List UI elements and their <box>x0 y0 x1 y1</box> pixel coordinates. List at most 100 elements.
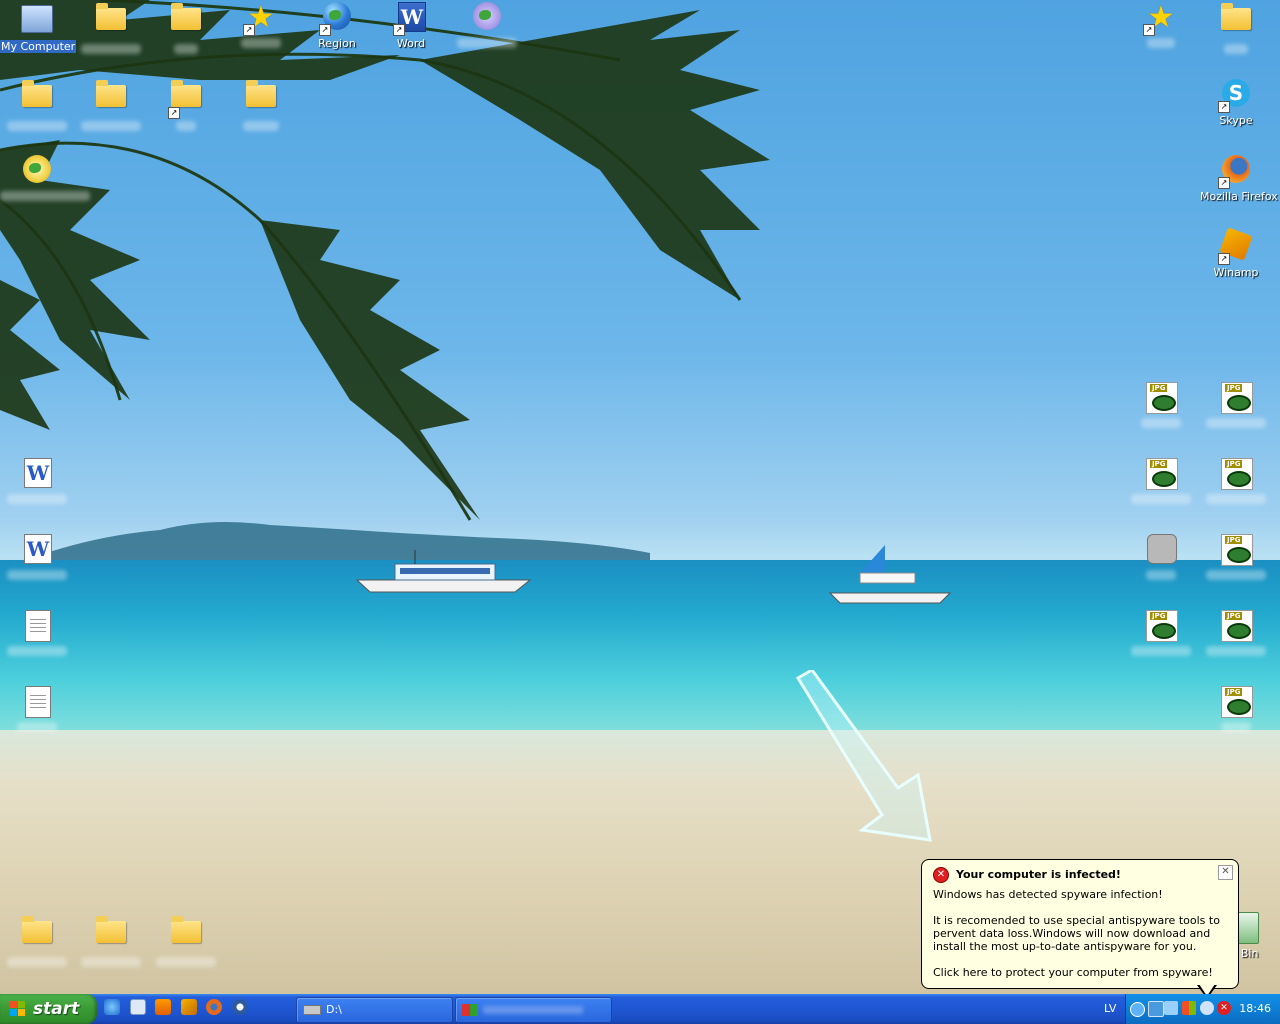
folder-shortcut-9[interactable] <box>149 915 223 970</box>
obscured-label <box>1131 646 1191 656</box>
jpg-file-1[interactable]: JPG <box>1124 382 1198 431</box>
jpg-image-icon: JPG <box>1220 610 1253 642</box>
text-document-2[interactable] <box>0 686 74 735</box>
star-shortcut[interactable]: ★ ↗ <box>224 2 298 51</box>
gimp-file[interactable] <box>1124 534 1198 583</box>
firefox-quick-icon[interactable] <box>206 999 222 1015</box>
text-document-1[interactable] <box>0 610 74 659</box>
folder-shortcut-7[interactable] <box>0 915 74 970</box>
word-document-1[interactable]: W <box>0 458 74 507</box>
balloon-close-button[interactable]: ✕ <box>1218 865 1233 880</box>
media-player-icon[interactable] <box>231 999 248 1015</box>
windows-logo-icon <box>10 1001 26 1017</box>
task-button-app[interactable] <box>455 997 612 1023</box>
balloon-line-click[interactable]: Click here to protect your computer from… <box>933 966 1229 979</box>
obscured-label <box>7 646 67 656</box>
infection-balloon[interactable]: ✕ Your computer is infected! ✕ Windows h… <box>921 859 1239 989</box>
drive-icon <box>303 1005 321 1015</box>
obscured-label <box>81 957 141 967</box>
jpg-file-6[interactable]: JPG <box>1124 610 1198 659</box>
word-icon: W ↗ <box>393 2 427 36</box>
start-button[interactable]: start <box>0 994 97 1024</box>
folder-shortcut-4[interactable] <box>74 79 148 134</box>
system-tray: ✕ 18:46 <box>1125 994 1280 1024</box>
network-icon[interactable] <box>1148 1001 1164 1017</box>
folder-icon <box>170 3 202 40</box>
word-document-icon: W <box>21 458 53 490</box>
vlc-icon[interactable] <box>155 999 171 1015</box>
balloon-body[interactable]: Windows has detected spyware infection! … <box>933 888 1229 992</box>
winamp-shortcut[interactable]: ↗ Winamp <box>1199 227 1273 279</box>
folder-shortcut-2[interactable] <box>149 2 223 57</box>
word-shortcut[interactable]: W ↗ Word <box>374 2 448 50</box>
folder-icon <box>21 916 53 953</box>
task-label-drive: D:\ <box>326 1003 342 1016</box>
blurred-shortcut[interactable] <box>450 2 524 51</box>
tray-app-icon[interactable] <box>1164 1001 1178 1015</box>
gimp-icon <box>1145 534 1177 566</box>
balloon-title: Your computer is infected! <box>956 868 1121 881</box>
obscured-label <box>176 121 196 131</box>
word-document-2[interactable]: W <box>0 534 74 583</box>
start-label: start <box>33 999 80 1019</box>
obscured-label <box>241 38 281 48</box>
internet-explorer-icon[interactable] <box>104 999 120 1015</box>
folder-icon <box>170 916 202 953</box>
balloon-line-detected: Windows has detected spyware infection! <box>933 888 1163 901</box>
winamp-quick-icon[interactable] <box>180 999 197 1015</box>
skype-icon: S ↗ <box>1218 79 1252 113</box>
app-window-icon <box>462 1004 478 1016</box>
folder-shortcut-8[interactable] <box>74 915 148 970</box>
globe-icon: ↗ <box>319 2 353 36</box>
folder-shortcut-1[interactable] <box>74 2 148 57</box>
jpg-file-8[interactable]: JPG <box>1199 686 1273 735</box>
obscured-label <box>17 722 57 732</box>
word-label: Word <box>396 37 426 50</box>
obscured-label <box>483 1006 583 1014</box>
star-icon: ★ ↗ <box>243 2 277 36</box>
obscured-label <box>1146 570 1176 580</box>
obscured-label <box>243 121 279 131</box>
jpg-file-4[interactable]: JPG <box>1199 458 1273 507</box>
clock[interactable]: 18:46 <box>1239 994 1271 1024</box>
folder-shortcut-3[interactable] <box>0 79 74 134</box>
language-indicator[interactable]: LV <box>1104 994 1116 1024</box>
jpg-image-icon: JPG <box>1145 610 1178 642</box>
error-icon: ✕ <box>933 867 949 883</box>
spyware-alert-icon[interactable]: ✕ <box>1217 1001 1231 1015</box>
windows-security-icon[interactable] <box>1182 1001 1196 1015</box>
jpg-file-7[interactable]: JPG <box>1199 610 1273 659</box>
star-shortcut-right[interactable]: ★ ↗ <box>1124 2 1198 51</box>
jpg-image-icon: JPG <box>1220 458 1253 490</box>
obscured-label <box>1131 494 1191 504</box>
firewall-icon[interactable] <box>1200 1001 1214 1015</box>
task-button-drive[interactable]: D:\ <box>296 997 453 1023</box>
obscured-label <box>156 957 216 967</box>
skype-label: Skype <box>1219 114 1253 127</box>
jpg-image-icon: JPG <box>1220 382 1253 414</box>
my-computer-icon[interactable]: My Computer <box>0 2 77 53</box>
jpg-file-5[interactable]: JPG <box>1199 534 1273 583</box>
obscured-label <box>1206 646 1266 656</box>
boat-ferry <box>355 550 532 593</box>
show-desktop-icon[interactable] <box>129 999 146 1015</box>
folder-icon: ↗ <box>168 80 202 119</box>
region-shortcut[interactable]: ↗ Region <box>300 2 374 50</box>
skype-shortcut[interactable]: S ↗ Skype <box>1199 79 1273 127</box>
quick-launch <box>104 999 254 1019</box>
jpg-file-3[interactable]: JPG <box>1124 458 1198 507</box>
winamp-icon: ↗ <box>1218 227 1253 265</box>
folder-icon <box>95 3 127 40</box>
folder-shortcut-right[interactable] <box>1199 2 1273 57</box>
folder-shortcut-5[interactable]: ↗ <box>149 79 223 134</box>
tray-expand-icon[interactable] <box>1130 1002 1145 1017</box>
sun-icon <box>21 155 53 187</box>
app-shortcut-sun[interactable] <box>0 155 90 204</box>
word-document-icon: W <box>21 534 53 566</box>
jpg-file-2[interactable]: JPG <box>1199 382 1273 431</box>
folder-shortcut-6[interactable] <box>224 79 298 134</box>
firefox-label: Mozilla Firefox <box>1200 190 1278 203</box>
firefox-shortcut[interactable]: ↗ Mozilla Firefox <box>1199 155 1278 203</box>
winamp-label: Winamp <box>1213 266 1259 279</box>
jpg-image-icon: JPG <box>1220 686 1253 718</box>
